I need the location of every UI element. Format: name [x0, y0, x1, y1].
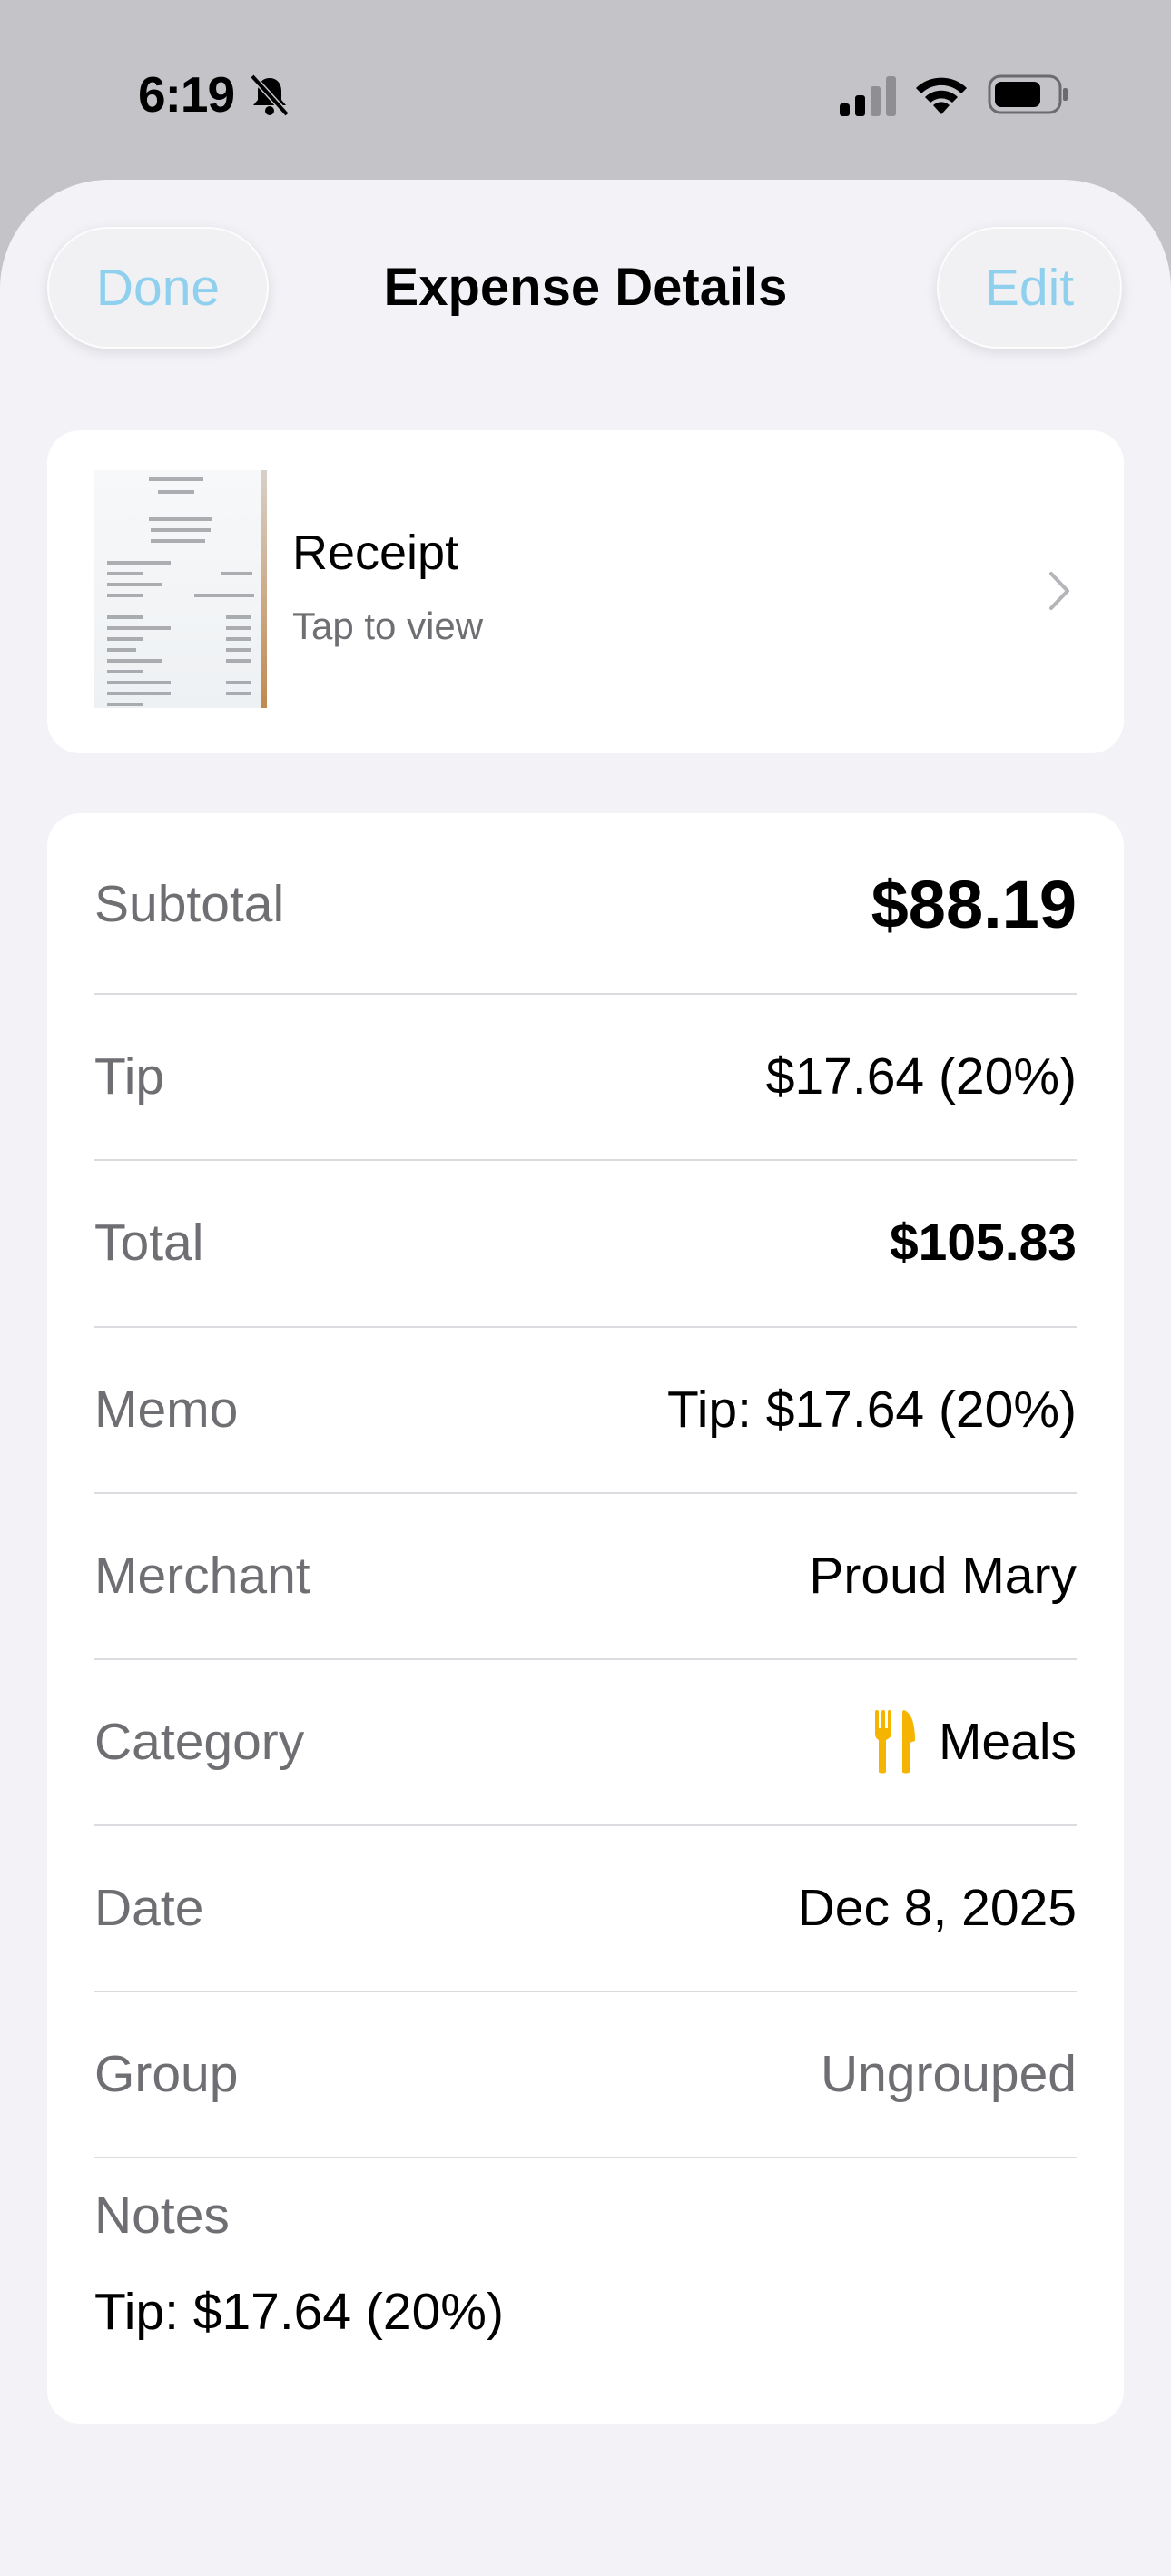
divider	[94, 1991, 1077, 1992]
status-bar: 6:19	[0, 0, 1171, 182]
receipt-title: Receipt	[292, 526, 459, 580]
total-value: $105.83	[889, 1214, 1077, 1272]
notes-value: Tip: $17.64 (20%)	[94, 2283, 504, 2341]
divider	[94, 1326, 1077, 1328]
expense-details-sheet: Done Expense Details Edit Receipt Tap to…	[0, 180, 1171, 2576]
cellular-signal-icon	[840, 76, 896, 116]
edit-button-label: Edit	[984, 259, 1075, 317]
total-row: Total $105.83	[94, 1188, 1077, 1297]
notes-label: Notes	[94, 2187, 230, 2245]
memo-row: Memo Tip: $17.64 (20%)	[94, 1355, 1077, 1464]
category-value: Meals	[873, 1710, 1077, 1774]
wifi-icon	[916, 77, 967, 114]
status-time: 6:19	[138, 66, 235, 123]
receipt-subtitle: Tap to view	[292, 605, 484, 647]
subtotal-row: Subtotal $88.19	[94, 859, 1077, 949]
divider	[94, 993, 1077, 995]
date-label: Date	[94, 1879, 204, 1937]
divider	[94, 2157, 1077, 2158]
edit-button[interactable]: Edit	[937, 227, 1122, 349]
merchant-row: Merchant Proud Mary	[94, 1521, 1077, 1630]
group-row: Group Ungrouped	[94, 2020, 1077, 2129]
merchant-value: Proud Mary	[809, 1547, 1077, 1605]
group-label: Group	[94, 2045, 239, 2103]
date-value: Dec 8, 2025	[797, 1879, 1077, 1937]
tip-row: Tip $17.64 (20%)	[94, 1022, 1077, 1131]
memo-label: Memo	[94, 1381, 239, 1439]
category-label: Category	[94, 1713, 305, 1771]
divider	[94, 1824, 1077, 1826]
divider	[94, 1159, 1077, 1161]
bell-slash-icon	[250, 74, 290, 117]
details-card: Subtotal $88.19 Tip $17.64 (20%) Total $…	[47, 813, 1124, 2424]
fork-knife-icon	[874, 1710, 915, 1774]
date-row: Date Dec 8, 2025	[94, 1853, 1077, 1962]
category-row: Category Meals	[94, 1687, 1077, 1796]
divider	[94, 1492, 1077, 1494]
memo-value: Tip: $17.64 (20%)	[667, 1381, 1077, 1439]
receipt-card[interactable]: Receipt Tap to view	[47, 430, 1124, 753]
tip-value: $17.64 (20%)	[765, 1047, 1077, 1106]
receipt-thumbnail	[94, 470, 267, 708]
chevron-right-icon	[1049, 572, 1069, 610]
total-label: Total	[94, 1214, 204, 1272]
tip-label: Tip	[94, 1047, 165, 1106]
merchant-label: Merchant	[94, 1547, 310, 1605]
group-value: Ungrouped	[820, 2045, 1077, 2103]
divider	[94, 1658, 1077, 1660]
battery-icon	[988, 74, 1068, 114]
subtotal-value: $88.19	[871, 866, 1077, 942]
category-value-text: Meals	[938, 1713, 1077, 1771]
subtotal-label: Subtotal	[94, 875, 285, 933]
